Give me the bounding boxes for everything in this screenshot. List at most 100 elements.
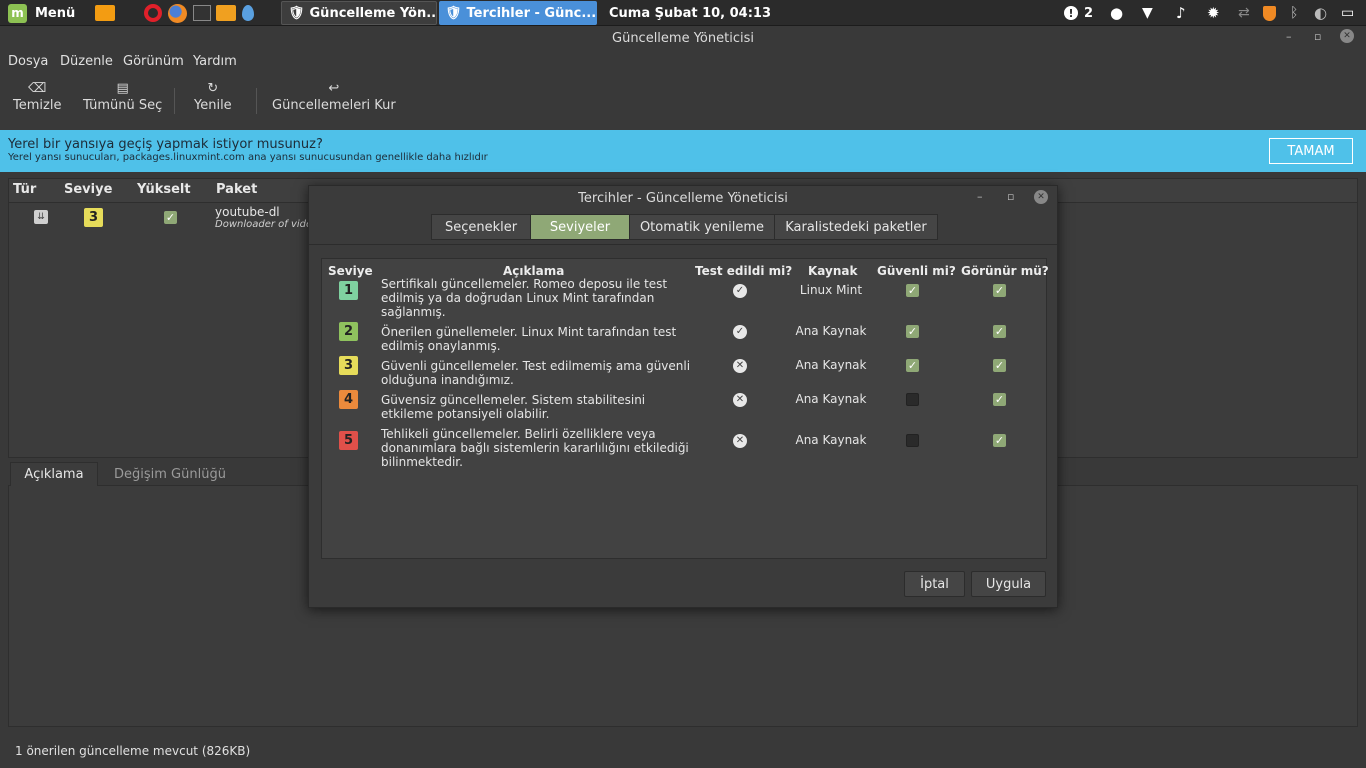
install-arrow-icon: ↩ [328, 80, 340, 96]
level-description: Tehlikeli güncellemeler. Belirli özellik… [381, 427, 689, 469]
wifi-icon[interactable]: ▼ [1142, 0, 1153, 26]
dialog-title: Tercihler - Güncelleme Yöneticisi [578, 191, 788, 206]
level-source: Linux Mint [799, 283, 863, 297]
menu-duzenle[interactable]: Düzenle [60, 54, 113, 69]
workspace-icon[interactable]: ▭ [1341, 0, 1354, 26]
package-name: youtube-dl [215, 205, 280, 219]
firefox-icon [168, 3, 187, 23]
select-all-label: Tümünü Seç [83, 98, 163, 113]
safe-checkbox[interactable]: ✓ [906, 359, 919, 372]
safe-checkbox[interactable] [906, 434, 919, 447]
safe-checkbox[interactable]: ✓ [906, 325, 919, 338]
terminal-icon [193, 5, 211, 21]
document-icon: ▤ [116, 80, 129, 96]
cancel-button[interactable]: İptal [904, 571, 965, 597]
visible-checkbox[interactable]: ✓ [993, 434, 1006, 447]
untested-cross-icon: ✕ [733, 359, 747, 373]
toolbar-separator [256, 88, 257, 114]
maximize-button[interactable]: ▫ [1314, 30, 1321, 43]
clear-label: Temizle [13, 98, 62, 113]
level-description: Sertifikalı güncellemeler. Romeo deposu … [381, 277, 668, 319]
dialog-close-button[interactable]: ✕ [1034, 190, 1048, 204]
task-update-manager[interactable]: 🛡 Güncelleme Yön... [281, 1, 437, 25]
backspace-icon: ⌫ [28, 80, 47, 96]
upgrade-checkbox[interactable]: ✓ [164, 211, 177, 224]
dialog-maximize-button[interactable]: ▫ [1007, 190, 1014, 203]
level-description: Güvensiz güncellemeler. Sistem stabilite… [381, 393, 646, 421]
ok-button[interactable]: TAMAM [1269, 138, 1353, 164]
col-type[interactable]: Tür [13, 182, 36, 197]
tab-options[interactable]: Seçenekler [431, 214, 531, 240]
refresh-label: Yenile [194, 98, 232, 113]
safe-checkbox[interactable] [906, 393, 919, 406]
top-panel: m Menü 🛡 Güncelleme Yön... 🛡 Tercihler - G… [0, 0, 1366, 26]
visible-checkbox[interactable]: ✓ [993, 393, 1006, 406]
drop-launcher[interactable] [242, 0, 254, 26]
package-type-icon: ⇊ [34, 210, 48, 224]
level-source: Ana Kaynak [795, 392, 867, 406]
visible-checkbox[interactable]: ✓ [993, 359, 1006, 372]
mirror-infobar: Yerel bir yansıya geçiş yapmak istiyor m… [0, 130, 1366, 172]
menu-button[interactable]: m Menü [8, 0, 75, 26]
opera-launcher[interactable] [144, 0, 162, 26]
refresh-icon: ↻ [207, 80, 219, 96]
visible-checkbox[interactable]: ✓ [993, 325, 1006, 338]
menu-label: Menü [35, 5, 76, 21]
task-label: Güncelleme Yön... [309, 5, 437, 21]
col-package[interactable]: Paket [216, 182, 257, 197]
preferences-dialog: Tercihler - Güncelleme Yöneticisi – ▫ ✕ … [308, 185, 1058, 608]
safe-checkbox[interactable]: ✓ [906, 284, 919, 297]
menu-yardim[interactable]: Yardım [193, 54, 237, 69]
level-source: Ana Kaynak [795, 433, 867, 447]
install-updates-button[interactable]: ↩ Güncellemeleri Kur [272, 78, 396, 114]
user-icon[interactable]: ● [1110, 0, 1123, 26]
menu-dosya[interactable]: Dosya [8, 54, 48, 69]
clock[interactable]: Cuma Şubat 10, 04:13 [609, 0, 771, 26]
network-icon[interactable]: ⇄ [1238, 0, 1250, 26]
task-preferences[interactable]: 🛡 Tercihler - Günc... [439, 1, 597, 25]
sound-icon[interactable]: ♪ [1176, 0, 1186, 26]
terminal-launcher[interactable] [193, 0, 211, 26]
level-source: Ana Kaynak [795, 324, 867, 338]
folder-icon [95, 5, 115, 21]
opera-icon [144, 4, 162, 22]
visible-checkbox[interactable]: ✓ [993, 284, 1006, 297]
shield-icon: 🛡 [445, 5, 462, 21]
level-1-badge: 1 [339, 281, 358, 300]
untested-cross-icon: ✕ [733, 393, 747, 407]
level-4-badge: 4 [339, 390, 358, 409]
level-5-badge: 5 [339, 431, 358, 450]
notifications-applet[interactable]: ! 2 [1064, 0, 1093, 26]
tab-blacklist[interactable]: Karalistedeki paketler [774, 214, 938, 240]
minimize-button[interactable]: – [1286, 30, 1292, 43]
col-upgrade[interactable]: Yükselt [137, 182, 191, 197]
level-description: Güvenli güncellemeler. Test edilmemiş am… [381, 359, 691, 387]
tab-auto-refresh[interactable]: Otomatik yenileme [629, 214, 775, 240]
infobar-title: Yerel bir yansıya geçiş yapmak istiyor m… [8, 137, 323, 152]
levels-rows: 1 Sertifikalı güncellemeler. Romeo deposu… [322, 259, 1046, 558]
col-level[interactable]: Seviye [64, 182, 112, 197]
files-launcher[interactable] [95, 0, 115, 26]
bluetooth-icon[interactable]: ᛒ [1290, 0, 1298, 26]
level-2-badge: 2 [339, 322, 358, 341]
package-desc: Downloader of vide [215, 219, 313, 230]
tab-changelog[interactable]: Değişim Günlüğü [114, 467, 226, 482]
update-shield-icon[interactable] [1263, 0, 1276, 26]
firefox-launcher[interactable] [168, 0, 187, 26]
brightness-icon[interactable]: ✹ [1207, 0, 1220, 26]
folder-launcher[interactable] [216, 0, 236, 26]
tested-check-icon: ✓ [733, 284, 747, 298]
tab-description[interactable]: Açıklama [10, 462, 98, 486]
select-all-button[interactable]: ▤ Tümünü Seç [83, 78, 163, 114]
close-button[interactable]: ✕ [1340, 29, 1354, 43]
folder-icon [216, 5, 236, 21]
menu-gorunum[interactable]: Görünüm [123, 54, 184, 69]
level-description: Önerilen günellemeler. Linux Mint tarafı… [381, 325, 677, 353]
dialog-minimize-button[interactable]: – [977, 190, 983, 203]
apply-button[interactable]: Uygula [971, 571, 1046, 597]
clear-button[interactable]: ⌫ Temizle [13, 78, 62, 114]
status-bar: 1 önerilen güncelleme mevcut (826KB) [15, 744, 251, 758]
power-icon[interactable]: ◐ [1314, 0, 1327, 26]
tab-levels[interactable]: Seviyeler [530, 214, 630, 240]
refresh-button[interactable]: ↻ Yenile [194, 78, 232, 114]
